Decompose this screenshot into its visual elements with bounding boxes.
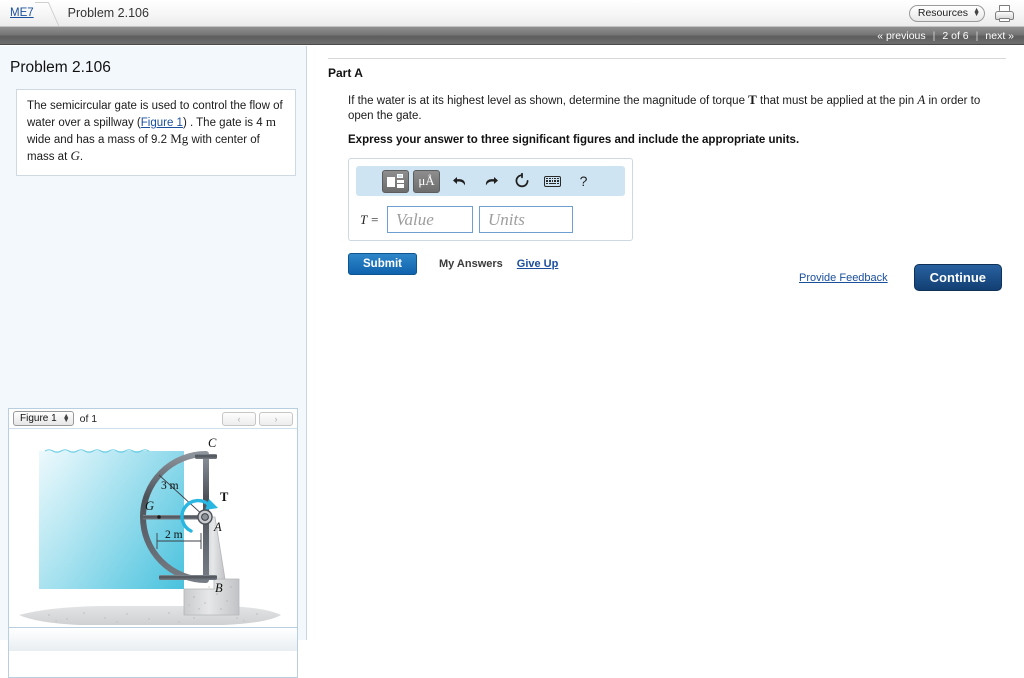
- topbar-actions: Resources ▲ ▼: [908, 4, 1024, 22]
- figure-next-button[interactable]: ›: [259, 411, 293, 426]
- center-of-mass-dot: [157, 515, 161, 519]
- give-up-link[interactable]: Give Up: [517, 258, 559, 270]
- problem-statement-box: The semicircular gate is used to control…: [16, 89, 296, 176]
- radius-dimension-label: 3 m: [161, 480, 179, 492]
- part-a-question: If the water is at its highest level as …: [348, 92, 1004, 124]
- redo-glyph: [485, 177, 498, 186]
- concrete-spillway: [183, 578, 240, 616]
- gate-width-value: 4: [256, 117, 263, 129]
- undo-glyph: [452, 177, 465, 186]
- figure-prev-button[interactable]: ‹: [222, 411, 256, 426]
- question-torque-symbol: T: [748, 92, 757, 107]
- gate-width-unit: m: [265, 114, 277, 129]
- gate-mass-unit: Mg: [170, 131, 189, 146]
- math-template-glyph: [387, 174, 404, 188]
- navigation-controls: « previous | 2 of 6 | next »: [877, 30, 1024, 42]
- figure-selected-label: Figure 1: [20, 413, 57, 424]
- center-of-mass-label: G: [70, 148, 80, 163]
- reset-glyph: [515, 173, 528, 188]
- label-point-g: G: [145, 499, 154, 513]
- help-glyph: ?: [579, 173, 588, 189]
- provide-feedback-link[interactable]: Provide Feedback: [799, 272, 888, 284]
- statement-text-3: wide and has a mass of: [27, 134, 152, 146]
- page-footer-actions: Provide Feedback Continue: [799, 264, 1002, 291]
- gate-mass-value: 9.2: [151, 134, 168, 146]
- offset-dimension-label: 2 m: [165, 529, 183, 541]
- part-divider: [328, 58, 1006, 59]
- figure-1-link[interactable]: Figure 1: [141, 117, 183, 129]
- problem-sidebar: Problem 2.106 The semicircular gate is u…: [0, 46, 307, 678]
- nav-divider-2: |: [975, 29, 979, 42]
- figure-count-label: of 1: [79, 412, 98, 425]
- figure-panel-header: Figure 1 ▲ ▼ of 1 ‹ ›: [9, 409, 297, 429]
- answer-units-input[interactable]: [479, 206, 574, 233]
- semicircular-gate-diagram: 3 m 2 m C G A B T: [19, 436, 281, 625]
- answer-value-input[interactable]: [387, 206, 474, 233]
- figure-pager: ‹ ›: [222, 411, 293, 426]
- printer-output-part: [999, 17, 1010, 22]
- question-text-mid: that must be applied at the pin: [756, 95, 918, 107]
- answer-entry-widget: μÅ ? T = Value Units: [348, 158, 633, 241]
- label-point-a: A: [213, 520, 222, 534]
- ground-bed: [19, 606, 281, 625]
- figure-chevron-updown-icon: ▲ ▼: [62, 412, 70, 424]
- units-icon[interactable]: μÅ: [413, 169, 440, 193]
- nav-divider-1: |: [932, 29, 936, 42]
- answer-toolbar: μÅ ?: [356, 166, 625, 196]
- main-content: Part A If the water is at its highest le…: [308, 46, 1024, 640]
- next-problem-link[interactable]: next »: [985, 30, 1014, 42]
- statement-text-end: .: [79, 151, 84, 163]
- breadcrumb-separator-icon: [38, 0, 58, 27]
- resources-label: Resources: [917, 7, 969, 19]
- chevron-updown-icon: ▲ ▼: [973, 7, 980, 18]
- continue-button[interactable]: Continue: [913, 264, 1002, 291]
- print-icon[interactable]: [995, 4, 1014, 22]
- math-template-icon[interactable]: [382, 169, 409, 193]
- keyboard-icon[interactable]: [537, 170, 568, 193]
- previous-problem-link[interactable]: « previous: [877, 30, 925, 42]
- submit-button[interactable]: Submit: [348, 253, 417, 275]
- pin-inner: [201, 513, 209, 521]
- reset-icon[interactable]: [506, 170, 537, 193]
- figure-canvas: 3 m 2 m C G A B T: [9, 429, 297, 651]
- label-torque: T: [220, 490, 229, 504]
- part-a-heading: Part A: [328, 66, 363, 80]
- resources-dropdown[interactable]: Resources ▲ ▼: [908, 4, 985, 22]
- statement-text-2: ) . The gate is: [182, 117, 257, 129]
- printer-top-part: [999, 4, 1010, 11]
- breadcrumb-course-link[interactable]: ME7: [10, 7, 34, 19]
- gate-top-flange: [195, 454, 217, 459]
- undo-icon[interactable]: [444, 170, 475, 193]
- units-icon-label: μÅ: [418, 173, 435, 188]
- keyboard-glyph: [544, 175, 561, 187]
- problem-navigation-bar: « previous | 2 of 6 | next »: [0, 27, 1024, 45]
- label-point-b: B: [215, 581, 223, 595]
- part-a-instruction: Express your answer to three significant…: [348, 134, 800, 146]
- question-text-pre: If the water is at its highest level as …: [348, 95, 749, 107]
- top-breadcrumb-bar: ME7 Problem 2.106 Resources ▲ ▼: [0, 0, 1024, 27]
- figure-panel: Figure 1 ▲ ▼ of 1 ‹ › 3 m 2 m C G A B T: [8, 408, 298, 678]
- label-point-c: C: [208, 436, 217, 450]
- help-icon[interactable]: ?: [568, 170, 599, 193]
- redo-icon[interactable]: [475, 170, 506, 193]
- figure-panel-footer: [9, 627, 297, 651]
- problem-position-indicator: 2 of 6: [942, 29, 969, 42]
- problem-heading: Problem 2.106: [10, 59, 111, 76]
- answer-variable-label: T =: [360, 211, 380, 227]
- figure-selector-dropdown[interactable]: Figure 1 ▲ ▼: [13, 411, 74, 426]
- answer-input-row: T =: [356, 206, 625, 233]
- my-answers-link[interactable]: My Answers: [439, 258, 503, 270]
- gate-bottom-flange: [159, 575, 217, 580]
- page-title: Problem 2.106: [67, 6, 149, 20]
